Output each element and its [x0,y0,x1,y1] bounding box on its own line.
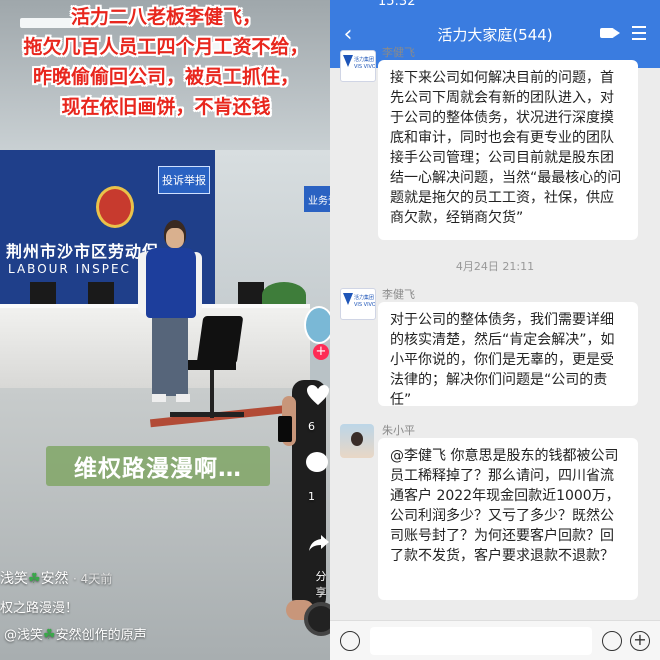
man-shoe [176,394,190,402]
music-credit[interactable]: @浅笑☘安然创作的原声 [4,624,147,643]
video-call-icon[interactable] [600,28,620,38]
man-legs [152,316,188,396]
comment-count: 1 [308,490,315,503]
sender-name: 李健飞 [382,288,415,301]
avatar-text: 活力集团 [354,57,375,63]
office-chair-leg [210,370,214,418]
chat-screenshot: 15:32 ‹ 活力大家庭(544) 活力集团 VIS VIVO 李健飞 接下来… [330,0,660,660]
video-caption: 权之路漫漫！ [0,601,79,616]
avatar[interactable]: 活力集团 VIS VIVO [340,50,376,82]
follow-plus-icon[interactable]: + [313,344,329,360]
share-icon[interactable] [308,534,330,552]
chat-timestamp: 4月24日 21:11 [455,260,535,273]
company-logo-icon [343,55,353,67]
headline-line: 拖欠几百人员工四个月工资不给， [23,36,309,58]
comment-icon[interactable] [306,452,328,472]
headline-line: 活力二八老板李健飞， [70,6,261,28]
chat-header: 15:32 ‹ 活力大家庭(544) [330,0,660,68]
author-name-suffix[interactable]: 安然 [41,571,69,587]
author-name[interactable]: 浅笑 [0,571,28,587]
counter-monitor [30,282,56,304]
avatar-text: 活力集团 [354,295,375,301]
headline-line: 现在依旧画饼，不肯还钱 [61,96,271,118]
wall-sign-en: LABOUR INSPEC [8,262,131,276]
creator-avatar[interactable] [304,306,330,344]
like-count: 6 [308,420,315,433]
music-prefix: @浅笑 [4,628,44,643]
message-input[interactable] [370,627,592,655]
man-shoe [152,394,166,402]
menu-icon[interactable] [632,26,646,40]
wall-sign-cn: 荆州市沙市区劳动保 [6,242,160,261]
office-chair [196,316,244,364]
avatar-text: VIS VIVO [354,302,376,308]
clover-icon: ☘ [28,571,41,587]
counter-monitor [88,282,114,304]
national-emblem [96,186,134,228]
message-bubble[interactable]: @李健飞 你意思是股东的钱都被公司员工稀释掉了？那么请问，四川省流通客户 202… [378,438,638,600]
avatar-text: VIS VIVO [354,64,376,70]
video-frame[interactable]: 荆州市沙市区劳动保 LABOUR INSPEC 投诉举报 业务受 活力二八老板李… [0,0,330,660]
emoji-icon[interactable] [602,631,622,651]
avatar[interactable]: 活力集团 VIS VIVO [340,288,376,320]
man-jacket [146,248,196,318]
message-bubble[interactable]: 对于公司的整体债务，我们需要详细的核实清楚，然后“肯定会解决”，如小平你说的，你… [378,302,638,408]
clover-icon: ☘ [43,627,56,643]
man-face [166,228,184,248]
avatar[interactable] [340,424,374,458]
subtitle-text: 维权路漫漫啊… [74,456,242,482]
status-time: 15:32 [378,0,416,9]
music-disc-icon[interactable] [304,602,330,636]
message-text: 接下来公司如何解决目前的问题，首先公司下周就会有新的团队进入，对于公司的整体债务… [390,70,622,226]
phone [278,416,292,442]
sender-name: 朱小平 [382,424,415,437]
office-chair-base [170,412,244,417]
post-time: · 4天前 [73,572,113,586]
message-bubble[interactable]: 接下来公司如何解决目前的问题，首先公司下周就会有新的团队进入，对于公司的整体债务… [378,60,638,240]
voice-icon[interactable] [340,631,360,651]
like-icon[interactable] [306,384,330,406]
add-icon[interactable]: + [630,631,650,651]
share-label[interactable]: 分享 [312,568,330,600]
counter-monitor [238,282,264,304]
complaint-sign: 投诉举报 [158,166,210,194]
service-sign: 业务受 [304,186,330,212]
sender-name: 李健飞 [382,46,415,59]
subtitle-banner: 维权路漫漫啊… [46,446,270,486]
office-chair-seat [186,360,236,370]
chat-input-bar: + [330,620,660,660]
author-line[interactable]: 浅笑☘安然 · 4天前 [0,568,112,588]
headline-line: 昨晚偷偷回公司，被员工抓住， [32,66,299,88]
music-suffix: 安然创作的原声 [55,628,147,643]
message-text: @李健飞 你意思是股东的钱都被公司员工稀释掉了？那么请问，四川省流通客户 202… [390,448,620,564]
company-logo-icon [343,293,353,305]
message-text: 对于公司的整体债务，我们需要详细的核实清楚，然后“肯定会解决”，如小平你说的，你… [390,312,615,408]
